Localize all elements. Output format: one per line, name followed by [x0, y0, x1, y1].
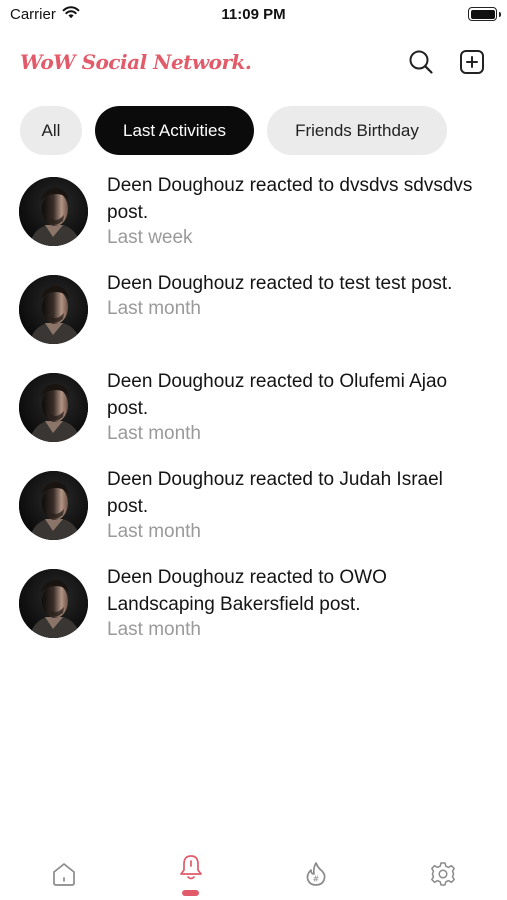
gear-icon — [431, 862, 455, 886]
activity-message: Deen Doughouz reacted to Judah Israel po… — [107, 469, 443, 517]
bell-icon — [180, 855, 202, 880]
filter-tabs: All Last Activities Friends Birthday — [20, 106, 447, 155]
add-post-button[interactable] — [456, 46, 488, 78]
status-time: 11:09 PM — [221, 6, 286, 23]
app-logo: WoW Social Network. — [20, 50, 252, 74]
avatar — [19, 373, 88, 442]
activity-time: Last month — [107, 619, 201, 640]
tab-friends-birthday[interactable]: Friends Birthday — [267, 106, 447, 155]
avatar — [19, 275, 88, 344]
list-item[interactable]: Deen Doughouz reacted to Judah Israel po… — [0, 464, 507, 562]
activity-time: Last month — [107, 298, 201, 319]
nav-settings[interactable] — [427, 858, 459, 890]
activity-time: Last week — [107, 227, 193, 248]
status-bar: Carrier 11:09 PM — [0, 0, 507, 30]
battery-icon — [468, 7, 501, 21]
activity-time: Last month — [107, 423, 201, 444]
avatar — [19, 177, 88, 246]
search-button[interactable] — [405, 46, 437, 78]
activity-message: Deen Doughouz reacted to test test post. — [107, 273, 453, 294]
list-item[interactable]: Deen Doughouz reacted to OWO Landscaping… — [0, 562, 507, 660]
list-item[interactable]: Deen Doughouz reacted to Olufemi Ajao po… — [0, 366, 507, 464]
hashtag-flame-icon: # — [306, 862, 326, 886]
home-icon — [53, 863, 75, 886]
list-item[interactable]: Deen Doughouz reacted to dvsdvs sdvsdvs … — [0, 170, 507, 268]
nav-home[interactable] — [48, 858, 80, 890]
svg-text:#: # — [313, 875, 320, 884]
tab-last-activities[interactable]: Last Activities — [95, 106, 254, 155]
nav-trending[interactable]: # — [300, 858, 332, 890]
tab-all[interactable]: All — [20, 106, 82, 155]
activity-time: Last month — [107, 521, 201, 542]
nav-notifications[interactable] — [175, 852, 207, 884]
avatar — [19, 569, 88, 638]
activity-message: Deen Doughouz reacted to dvsdvs sdvsdvs … — [107, 175, 473, 223]
avatar — [19, 471, 88, 540]
app-header: WoW Social Network. — [0, 44, 507, 84]
activity-list: Deen Doughouz reacted to dvsdvs sdvsdvs … — [0, 170, 507, 660]
bottom-nav: # — [0, 850, 507, 900]
activity-message: Deen Doughouz reacted to OWO Landscaping… — [107, 567, 387, 615]
activity-message: Deen Doughouz reacted to Olufemi Ajao po… — [107, 371, 448, 419]
search-icon — [409, 50, 433, 74]
plus-square-icon — [460, 50, 484, 74]
active-tab-indicator — [182, 890, 199, 896]
list-item[interactable]: Deen Doughouz reacted to test test post.… — [0, 268, 507, 366]
